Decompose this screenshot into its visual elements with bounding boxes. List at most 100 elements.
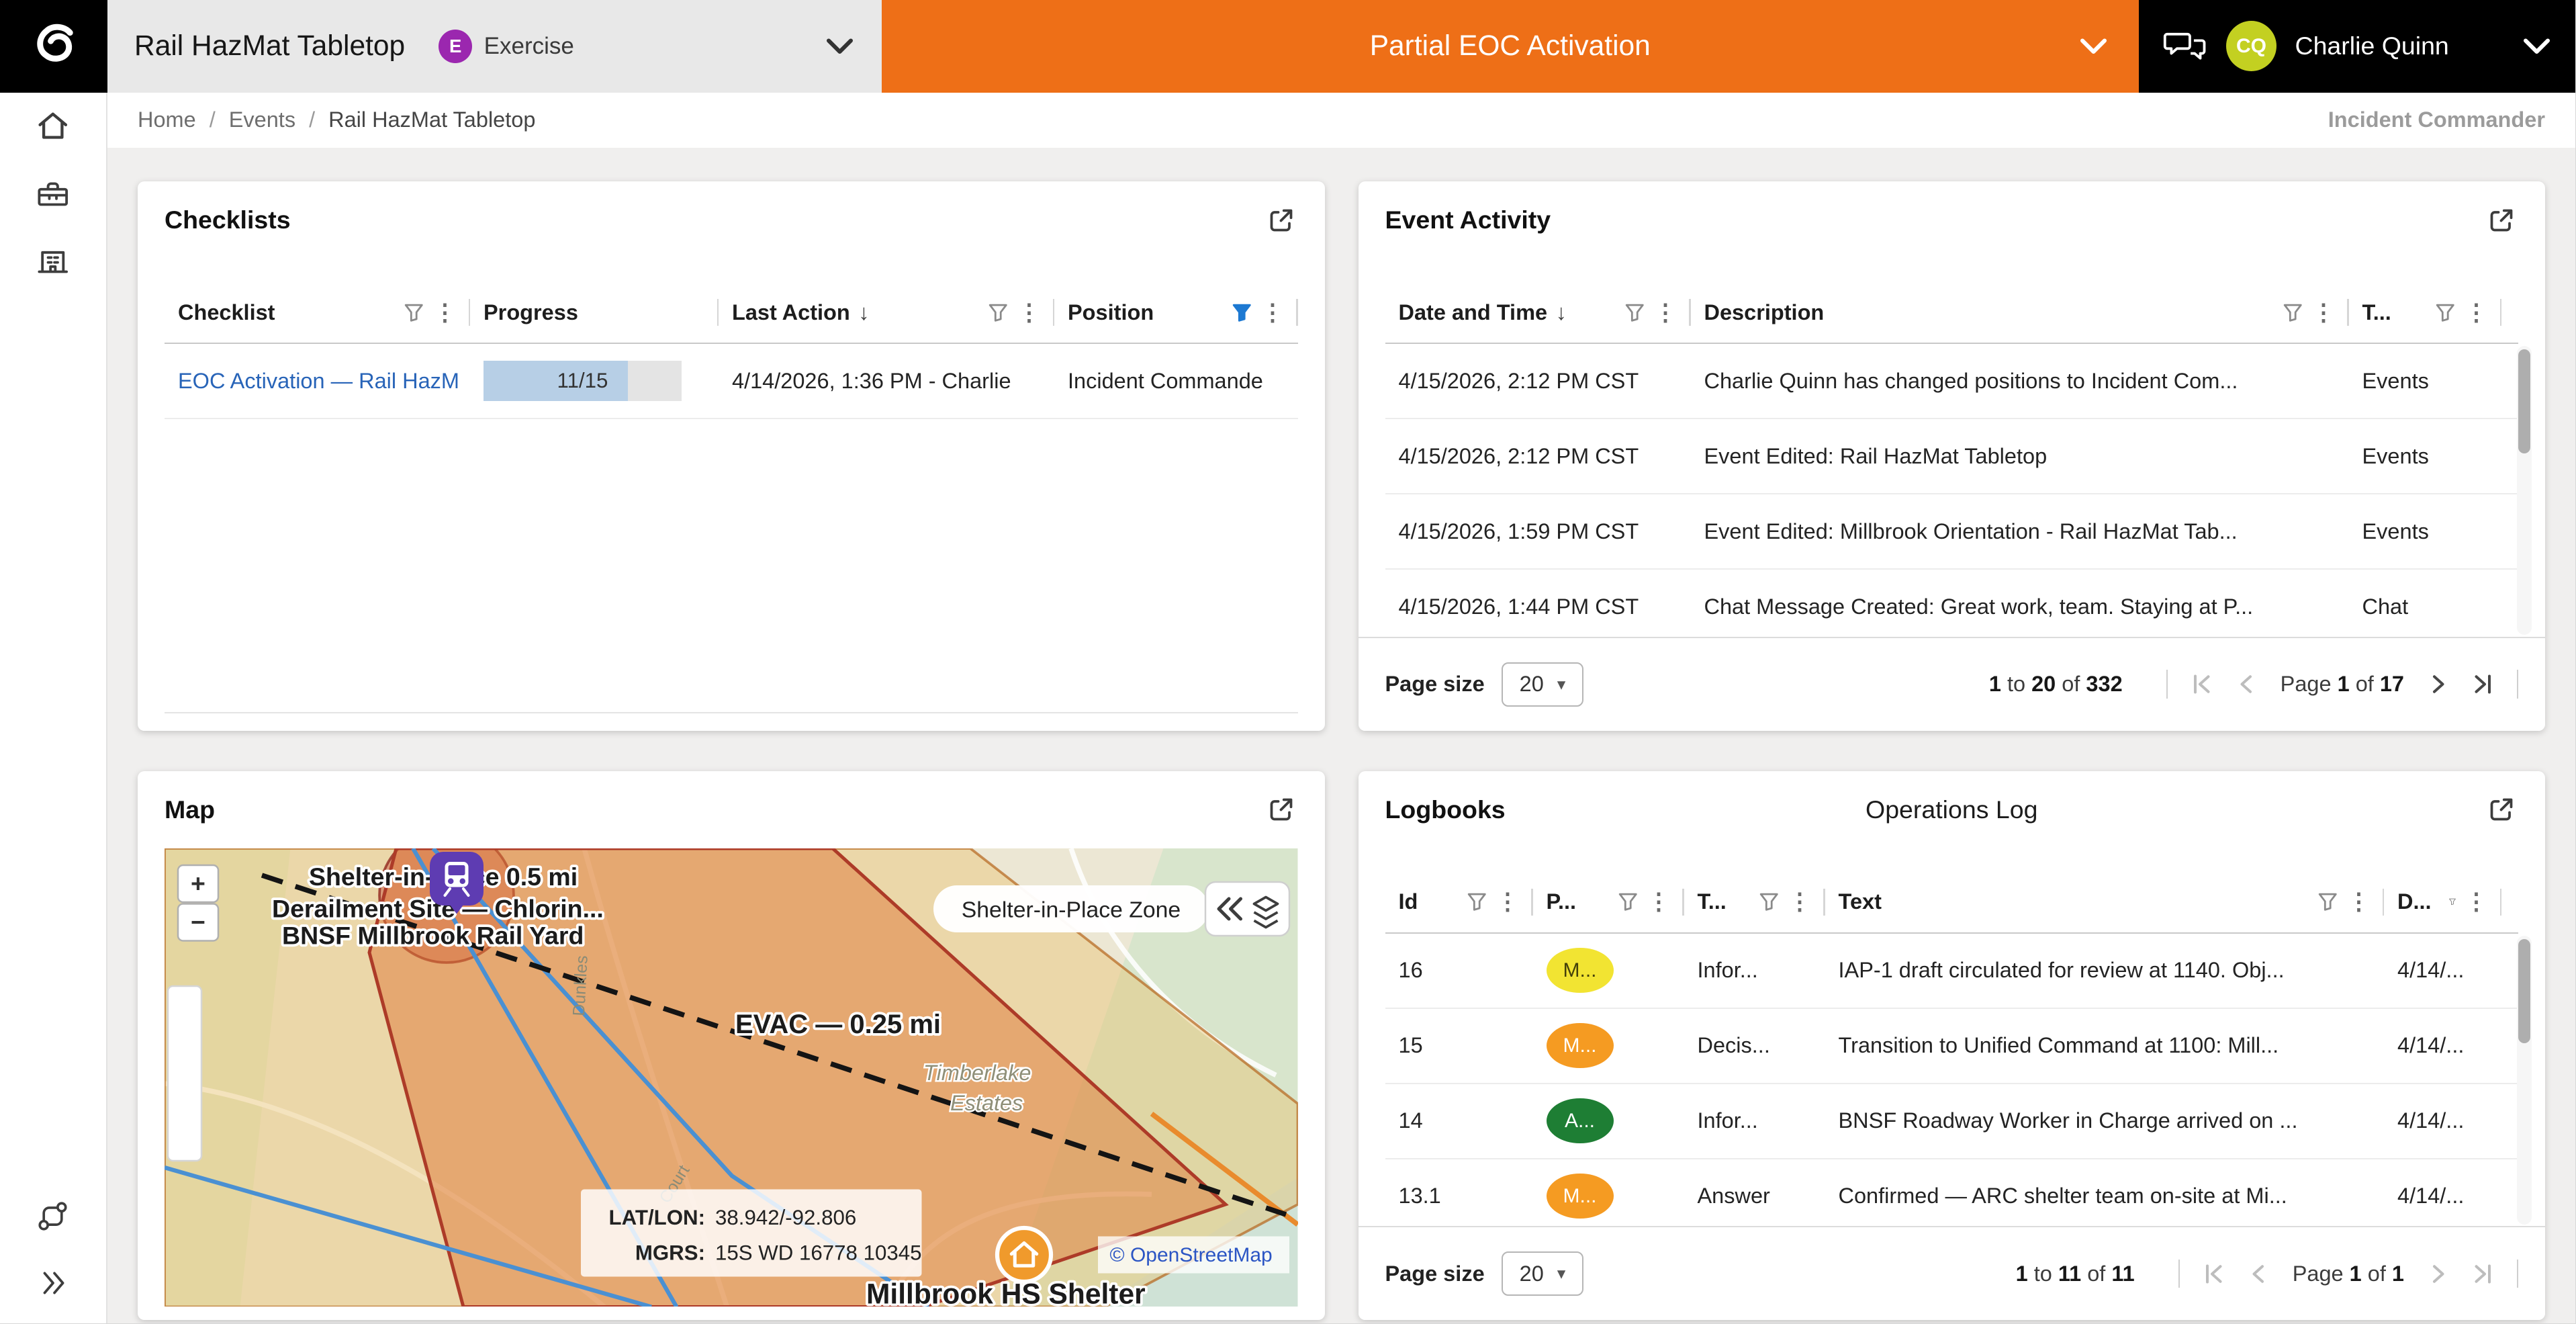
home-icon[interactable]	[0, 93, 106, 160]
logbook-row[interactable]: 16 M... Infor... IAP-1 draft circulated …	[1385, 934, 2519, 1009]
kebab-menu-icon[interactable]: ⋮	[2312, 301, 2336, 324]
cell-text: Confirmed — ARC shelter team on-site at …	[1825, 1184, 2385, 1208]
activation-banner[interactable]: Partial EOC Activation	[882, 0, 2140, 93]
checklist-link[interactable]: EOC Activation — Rail HazM	[178, 369, 459, 393]
column-header-text[interactable]: Text ⋮	[1825, 872, 2385, 932]
column-header-description[interactable]: Description ⋮	[1691, 282, 2349, 343]
kebab-menu-icon[interactable]: ⋮	[2347, 890, 2371, 914]
shelter-marker[interactable]	[997, 1228, 1051, 1282]
map-attribution[interactable]: © OpenStreetMap	[1098, 1236, 1289, 1273]
panel-title: Event Activity	[1385, 206, 1551, 234]
column-header-priority[interactable]: P... ⋮	[1533, 872, 1684, 932]
cell-type: Events	[2349, 369, 2502, 394]
event-row[interactable]: 4/15/2026, 2:12 PM CST Event Edited: Rai…	[1385, 419, 2519, 494]
column-header-last-action[interactable]: Last Action ↓ ⋮	[719, 282, 1054, 343]
user-role-label: Incident Commander	[2328, 107, 2545, 132]
logbook-row[interactable]: 15 M... Decis... Transition to Unified C…	[1385, 1009, 2519, 1084]
chevron-down-icon[interactable]	[825, 37, 855, 56]
priority-badge: A...	[1547, 1098, 1614, 1144]
sort-desc-icon[interactable]: ↓	[1556, 300, 1567, 325]
expand-sidebar-icon[interactable]	[0, 1249, 106, 1317]
checklist-row[interactable]: EOC Activation — Rail HazM 11/15 4/14/20…	[165, 344, 1298, 419]
column-header-progress[interactable]: Progress	[470, 282, 719, 343]
neighborhood-label: Estates	[950, 1091, 1023, 1115]
kebab-menu-icon[interactable]: ⋮	[1496, 890, 1520, 914]
kebab-menu-icon[interactable]: ⋮	[2465, 890, 2488, 914]
logbook-row[interactable]: 13.1 M... Answer Confirmed — ARC shelter…	[1385, 1159, 2519, 1235]
zoom-in-button[interactable]: +	[178, 865, 218, 902]
chat-icon[interactable]	[2162, 27, 2208, 66]
row-range-label: 1 to 20 of 332	[1989, 672, 2123, 697]
app-logo[interactable]	[0, 0, 107, 93]
layers-control[interactable]	[1205, 882, 1289, 936]
page-size-select[interactable]: 20 ▾	[1502, 1251, 1584, 1296]
column-label: D...	[2397, 889, 2432, 914]
cell-date: 4/15/2026, 2:12 PM CST	[1385, 444, 1691, 469]
kebab-menu-icon[interactable]: ⋮	[1261, 301, 1285, 324]
event-row[interactable]: 4/15/2026, 1:44 PM CST Chat Message Crea…	[1385, 570, 2519, 645]
event-row[interactable]: 4/15/2026, 2:12 PM CST Charlie Quinn has…	[1385, 344, 2519, 419]
filter-icon[interactable]	[1466, 891, 1488, 913]
app-window: Rail HazMat Tabletop E Exercise Partial …	[0, 0, 2575, 1323]
svg-text:Shelter-in-Place Zone: Shelter-in-Place Zone	[962, 897, 1181, 922]
next-page-button[interactable]	[2426, 672, 2450, 696]
kebab-menu-icon[interactable]: ⋮	[433, 301, 457, 324]
logbook-row[interactable]: 14 A... Infor... BNSF Roadway Worker in …	[1385, 1084, 2519, 1159]
last-page-button[interactable]	[2471, 672, 2495, 696]
filter-icon[interactable]	[2448, 891, 2456, 913]
open-in-new-icon[interactable]	[2485, 793, 2518, 826]
chevron-down-icon[interactable]	[2522, 37, 2552, 56]
integrations-icon[interactable]	[0, 1182, 106, 1249]
kebab-menu-icon[interactable]: ⋮	[1788, 890, 1812, 914]
filter-icon[interactable]	[1617, 891, 1639, 913]
activation-status: Partial EOC Activation	[1370, 30, 1651, 62]
event-activity-table: Date and Time ↓ ⋮ Description ⋮ T...	[1385, 282, 2519, 645]
event-row[interactable]: 4/15/2026, 1:59 PM CST Event Edited: Mil…	[1385, 494, 2519, 570]
sort-desc-icon[interactable]: ↓	[858, 300, 869, 325]
kebab-menu-icon[interactable]: ⋮	[2465, 301, 2488, 324]
cell-progress: 11/15	[470, 361, 719, 401]
kebab-menu-icon[interactable]: ⋮	[1017, 301, 1041, 324]
zoom-out-button[interactable]: −	[178, 903, 218, 940]
cell-description: Event Edited: Rail HazMat Tabletop	[1691, 444, 2349, 469]
kebab-menu-icon[interactable]: ⋮	[1654, 301, 1677, 324]
filter-icon[interactable]	[1624, 302, 1646, 324]
chevron-down-icon[interactable]	[2078, 37, 2109, 56]
event-switcher[interactable]: Rail HazMat Tabletop E Exercise	[107, 0, 882, 93]
vertical-scrollbar[interactable]	[2517, 936, 2532, 1225]
toolbox-icon[interactable]	[0, 160, 106, 227]
filter-icon[interactable]	[2434, 302, 2456, 324]
filter-active-icon[interactable]	[1231, 302, 1253, 324]
breadcrumb-events[interactable]: Events	[229, 107, 295, 132]
column-header-type[interactable]: T... ⋮	[1684, 872, 1825, 932]
page-size-select[interactable]: 20 ▾	[1502, 662, 1584, 707]
column-label: Date and Time	[1399, 300, 1548, 325]
rail-yard-label: BNSF Millbrook Rail Yard	[282, 921, 584, 949]
filter-icon[interactable]	[987, 302, 1009, 324]
open-in-new-icon[interactable]	[2485, 204, 2518, 237]
map-canvas[interactable]: Dunkles Court Timberlake Estates Shelter…	[165, 848, 1298, 1307]
filter-icon[interactable]	[1758, 891, 1780, 913]
filter-icon[interactable]	[403, 302, 425, 324]
column-header-date[interactable]: D... ⋮	[2384, 872, 2501, 932]
filter-icon[interactable]	[2317, 891, 2339, 913]
scrollbar-thumb[interactable]	[2518, 349, 2530, 453]
column-header-type[interactable]: T... ⋮	[2349, 282, 2502, 343]
map-side-control[interactable]	[168, 986, 201, 1161]
filter-icon[interactable]	[2282, 302, 2304, 324]
breadcrumb-current: Rail HazMat Tabletop	[328, 107, 535, 132]
open-in-new-icon[interactable]	[1264, 793, 1298, 826]
vertical-scrollbar[interactable]	[2517, 346, 2532, 635]
building-icon[interactable]	[0, 227, 106, 294]
column-label: Description	[1704, 300, 1825, 325]
column-header-position[interactable]: Position ⋮	[1054, 282, 1298, 343]
kebab-menu-icon[interactable]: ⋮	[1647, 890, 1671, 914]
avatar[interactable]: CQ	[2226, 21, 2276, 71]
column-header-date[interactable]: Date and Time ↓ ⋮	[1385, 282, 1691, 343]
open-in-new-icon[interactable]	[1264, 204, 1298, 237]
logbooks-table: Id ⋮ P... ⋮ T... ⋮	[1385, 872, 2519, 1235]
column-header-id[interactable]: Id ⋮	[1385, 872, 1533, 932]
breadcrumb-home[interactable]: Home	[138, 107, 196, 132]
column-header-checklist[interactable]: Checklist ⋮	[165, 282, 470, 343]
scrollbar-thumb[interactable]	[2518, 939, 2530, 1043]
